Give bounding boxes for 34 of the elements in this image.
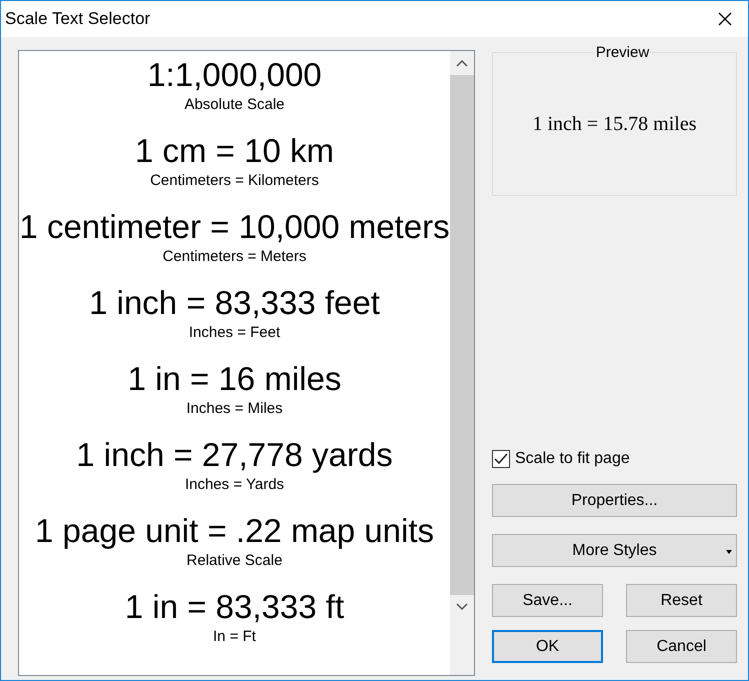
dropdown-caret-icon	[726, 550, 732, 554]
ok-button[interactable]: OK	[492, 630, 603, 663]
scale-text[interactable]: 1 cm = 10 km	[135, 131, 334, 171]
scale-caption: Relative Scale	[186, 551, 282, 571]
window-title: Scale Text Selector	[4, 9, 150, 29]
checkbox-label: Scale to fit page	[515, 450, 630, 468]
scale-text[interactable]: 1 centimeter = 10,000 meters	[19, 207, 450, 247]
more-styles-button[interactable]: More Styles	[492, 534, 737, 567]
scale-caption: Inches = Feet	[188, 323, 280, 343]
scrollbar[interactable]	[450, 51, 474, 675]
scale-caption: In = Ft	[213, 627, 256, 647]
checkbox[interactable]	[492, 450, 510, 468]
reset-button[interactable]: Reset	[626, 584, 737, 617]
scale-text[interactable]: 1 in = 16 miles	[128, 359, 342, 399]
scale-text[interactable]: 1 inch = 27,778 yards	[76, 435, 393, 475]
scale-text[interactable]: 1 page unit = .22 map units	[34, 511, 434, 551]
scale-caption: Inches = Yards	[184, 475, 284, 495]
cancel-button[interactable]: Cancel	[626, 630, 737, 663]
checkmark-icon	[494, 453, 508, 465]
scroll-up-icon[interactable]	[456, 59, 468, 67]
properties-button[interactable]: Properties...	[492, 484, 737, 517]
save-button[interactable]: Save...	[492, 584, 603, 617]
close-icon	[718, 12, 732, 26]
scale-text[interactable]: 1:1,000,000	[147, 55, 322, 95]
scale-caption: Inches = Miles	[186, 399, 283, 419]
preview-text: 1 inch = 15.78 miles	[532, 113, 697, 136]
scroll-thumb[interactable]	[450, 75, 474, 595]
preview-label: Preview	[594, 44, 650, 61]
scale-caption: Absolute Scale	[184, 95, 285, 115]
scale-caption: Centimeters = Meters	[162, 247, 306, 267]
scale-caption: Centimeters = Kilometers	[150, 171, 319, 191]
scale-text[interactable]: 1 inch = 83,333 feet	[89, 283, 380, 323]
scale-text[interactable]: 1 in = 83,333 ft	[124, 587, 344, 627]
scroll-down-icon[interactable]	[456, 603, 468, 611]
